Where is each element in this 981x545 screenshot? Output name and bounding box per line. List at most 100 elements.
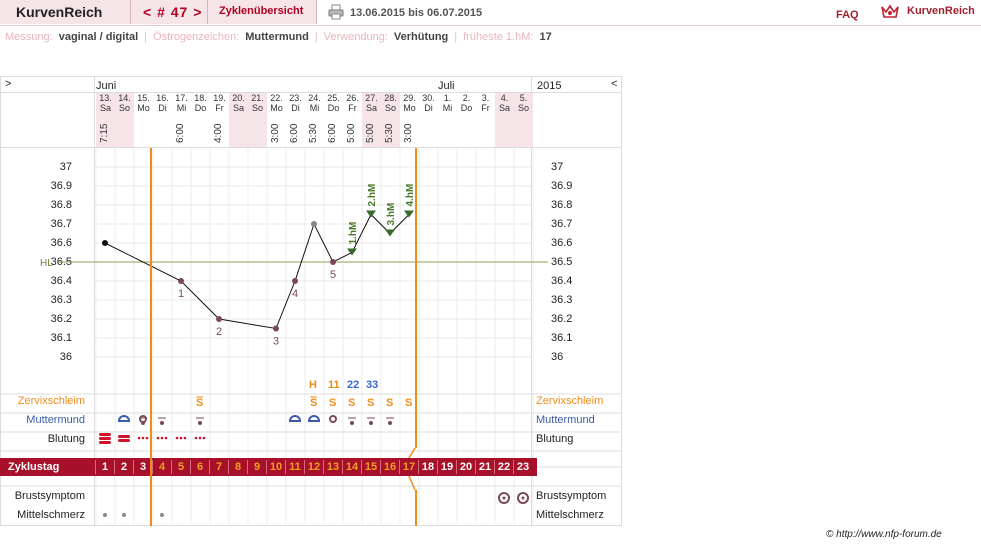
zyklustag-sep <box>513 460 514 474</box>
day-column[interactable]: 22. Mo 3:00 <box>267 93 286 147</box>
zyklustag-number: 9 <box>253 461 261 473</box>
weekday: Mo <box>403 103 416 113</box>
day-number: 30. <box>422 93 435 103</box>
weekday: So <box>251 103 263 113</box>
day-number: 19. <box>213 93 226 103</box>
zyklustag-sep <box>228 460 229 474</box>
zervix-s: S <box>367 397 374 409</box>
day-column[interactable]: 14. So <box>115 93 134 147</box>
cycle-nav-label[interactable]: < # 47 > <box>143 4 202 20</box>
temp-point <box>102 240 108 246</box>
measure-time: 7:15 <box>99 123 110 143</box>
day-number: 23. <box>289 93 302 103</box>
day-number: 18. <box>194 93 207 103</box>
measure-time: 5:30 <box>308 123 319 143</box>
zyklustag-sep <box>399 460 400 474</box>
weekday: Sa <box>232 103 244 113</box>
measure-time: 3:00 <box>403 123 414 143</box>
day-column[interactable]: 25. Do 6:00 <box>324 93 343 147</box>
blood-dot <box>164 436 168 440</box>
mittel-dot <box>103 513 107 517</box>
day-column[interactable]: 24. Mi 5:30 <box>305 93 324 147</box>
weekday: Mi <box>176 103 187 113</box>
weekday: Mo <box>270 103 283 113</box>
blood-heavy <box>99 441 111 444</box>
day-column[interactable]: 15. Mo <box>134 93 153 147</box>
zyklustag-number: 22 <box>497 461 511 473</box>
blood-medium <box>118 439 130 442</box>
low-number: 2 <box>216 326 222 338</box>
zyklustag-sep <box>456 460 457 474</box>
day-number: 14. <box>118 93 131 103</box>
day-column[interactable]: 18. Do <box>191 93 210 147</box>
zervix-s: S <box>348 397 355 409</box>
mittel-label-right: Mittelschmerz <box>536 509 604 521</box>
day-number: 4. <box>500 93 509 103</box>
day-column[interactable]: 27. Sa 5:00 <box>362 93 381 147</box>
muttermund-ring-icon <box>329 415 337 423</box>
day-column[interactable]: 26. Fr 5:00 <box>343 93 362 147</box>
muttermund-dot-icon <box>388 421 392 425</box>
day-column[interactable]: 17. Mi 6:00 <box>172 93 191 147</box>
day-column[interactable]: 30. Di <box>419 93 438 147</box>
muttermund-open-icon <box>117 415 131 422</box>
zyklustag-sep <box>152 460 153 474</box>
blood-dot <box>160 436 164 440</box>
temp-point <box>292 278 298 284</box>
day-number: 16. <box>156 93 169 103</box>
brand-title[interactable]: KurvenReich <box>16 4 102 20</box>
weekday: Fr <box>348 103 357 113</box>
day-column[interactable]: 3. Fr <box>476 93 495 147</box>
nav-left-arrow[interactable]: > <box>5 78 11 90</box>
overview-label[interactable]: Zyklenübersicht <box>219 5 303 17</box>
verwendung-value: Verhütung <box>393 31 449 43</box>
cycle-nav[interactable]: < # 47 > <box>131 0 208 24</box>
day-number: 15. <box>137 93 150 103</box>
zyklustag-sep <box>361 460 362 474</box>
day-column[interactable]: 19. Fr 4:00 <box>210 93 229 147</box>
crown-logo-icon[interactable] <box>880 3 900 21</box>
hl-label: HL <box>40 258 53 269</box>
day-column[interactable]: 20. Sa <box>229 93 248 147</box>
blood-heavy <box>99 437 111 440</box>
zyklustag-number: 2 <box>120 461 128 473</box>
faq-link[interactable]: FAQ <box>836 9 859 21</box>
day-column[interactable]: 1. Mi <box>438 93 457 147</box>
month-juli: Juli <box>438 80 455 92</box>
printer-icon[interactable] <box>328 4 344 20</box>
day-number: 1. <box>443 93 452 103</box>
day-column[interactable]: 2. Do <box>457 93 476 147</box>
brand-tab[interactable]: KurvenReich <box>0 0 131 24</box>
zervix-s-top: S <box>310 397 317 409</box>
logo-text[interactable]: KurvenReich <box>907 5 975 17</box>
zervix-top: 22 <box>347 379 359 391</box>
day-number: 27. <box>365 93 378 103</box>
zyklustag-sep <box>247 460 248 474</box>
blood-dot <box>156 436 160 440</box>
brust-label: Brustsymptom <box>14 490 85 502</box>
day-number: 2. <box>462 93 471 103</box>
day-column[interactable]: 28. So 5:30 <box>381 93 400 147</box>
nav-right-arrow[interactable]: < <box>611 78 617 90</box>
zervix-s: S <box>405 397 412 409</box>
weekday: Do <box>327 103 340 113</box>
oestrogen-label: Östrogenzeichen: <box>153 31 240 43</box>
day-column[interactable]: 13. Sa 7:15 <box>96 93 115 147</box>
day-column[interactable]: 16. Di <box>153 93 172 147</box>
weekday: Di <box>291 103 300 113</box>
day-column[interactable]: 23. Di 6:00 <box>286 93 305 147</box>
day-column[interactable]: 5. So <box>514 93 533 147</box>
zyklustag-number: 19 <box>440 461 454 473</box>
zervix-label: Zervixschleim <box>17 395 85 407</box>
zyklustag-number: 12 <box>307 461 321 473</box>
frueheste-value: 17 <box>539 31 552 43</box>
zyklustag-number: 10 <box>269 461 283 473</box>
day-column[interactable]: 29. Mo 3:00 <box>400 93 419 147</box>
weekday: Di <box>424 103 433 113</box>
day-column[interactable]: 4. Sa <box>495 93 514 147</box>
verwendung-label: Verwendung: <box>323 31 388 43</box>
overview-tab[interactable]: Zyklenübersicht <box>208 0 317 24</box>
zyklustag-number: 23 <box>516 461 530 473</box>
day-column[interactable]: 21. So <box>248 93 267 147</box>
day-number: 17. <box>175 93 188 103</box>
